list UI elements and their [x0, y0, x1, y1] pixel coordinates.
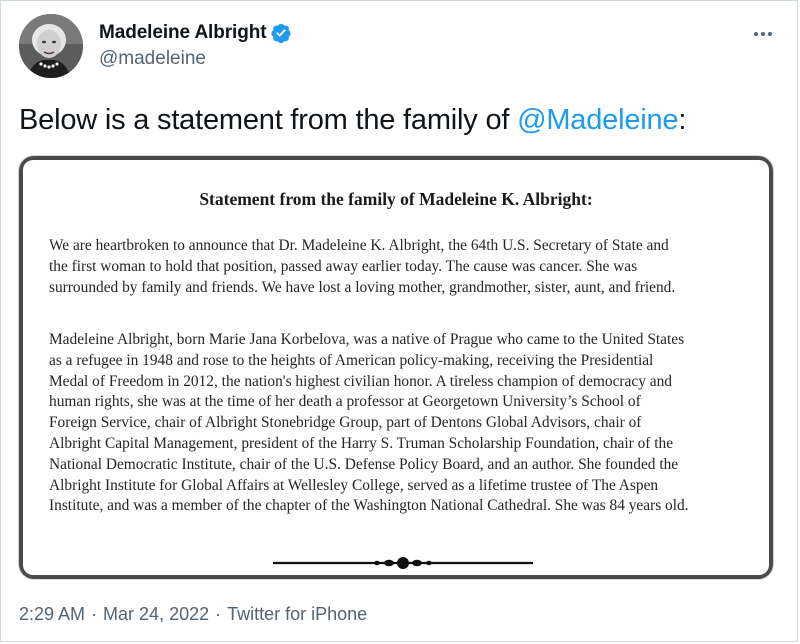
statement-line: We are heartbroken to announce that Dr. …: [49, 237, 669, 254]
display-name-row: Madeleine Albright: [99, 20, 292, 46]
avatar[interactable]: [19, 14, 83, 78]
statement-document: Statement from the family of Madeleine K…: [23, 160, 769, 575]
author-handle[interactable]: @madeleine: [99, 48, 292, 70]
tweet-metadata: 2:29 AM · Mar 24, 2022 · Twitter for iPhone: [19, 604, 367, 625]
verified-badge-icon: [270, 22, 292, 44]
tweet-source[interactable]: Twitter for iPhone: [227, 604, 367, 625]
tweet-text-before: Below is a statement from the family of: [19, 104, 518, 136]
tweet-text: Below is a statement from the family of …: [19, 102, 779, 138]
statement-line: Medal of Freedom in 2012, the nation's h…: [49, 372, 672, 390]
statement-line: Institute, and was a member of the chapt…: [49, 497, 689, 515]
statement-line: surrounded by family and friends. We hav…: [49, 278, 676, 296]
mention-link[interactable]: @Madeleine: [517, 104, 678, 136]
statement-line: human rights, she was at the time of her…: [49, 393, 641, 411]
display-name[interactable]: Madeleine Albright: [99, 22, 267, 44]
separator: ·: [91, 604, 98, 624]
statement-paragraph-1: We are heartbroken to announce that Dr. …: [49, 236, 769, 298]
ornament-divider-icon: [273, 557, 533, 569]
tweet-text-after: :: [678, 104, 687, 136]
separator: ·: [215, 604, 222, 624]
profile-photo-icon: [19, 14, 83, 78]
tweet-date[interactable]: Mar 24, 2022: [103, 604, 209, 625]
statement-line: National Democratic Institute, chair of …: [49, 455, 679, 473]
tweet-header: Madeleine Albright @madeleine: [19, 14, 781, 84]
statement-line: Albright Institute for Global Affairs at…: [49, 476, 659, 494]
more-options-icon[interactable]: [749, 20, 777, 48]
statement-title: Statement from the family of Madeleine K…: [199, 189, 593, 209]
statement-line: Albright Capital Management, president o…: [49, 434, 674, 452]
author-names: Madeleine Albright @madeleine: [99, 20, 292, 70]
statement-image[interactable]: Statement from the family of Madeleine K…: [18, 155, 774, 580]
statement-line: Foreign Service, chair of Albright Stone…: [49, 414, 642, 432]
tweet-time[interactable]: 2:29 AM: [19, 604, 85, 625]
statement-paragraph-2: Madeleine Albright, born Marie Jana Korb…: [49, 330, 769, 517]
statement-line: Madeleine Albright, born Marie Jana Korb…: [49, 331, 685, 348]
statement-line: the first woman to hold that position, p…: [49, 257, 638, 275]
statement-line: as a refugee in 1948 and rose to the hei…: [49, 351, 654, 369]
